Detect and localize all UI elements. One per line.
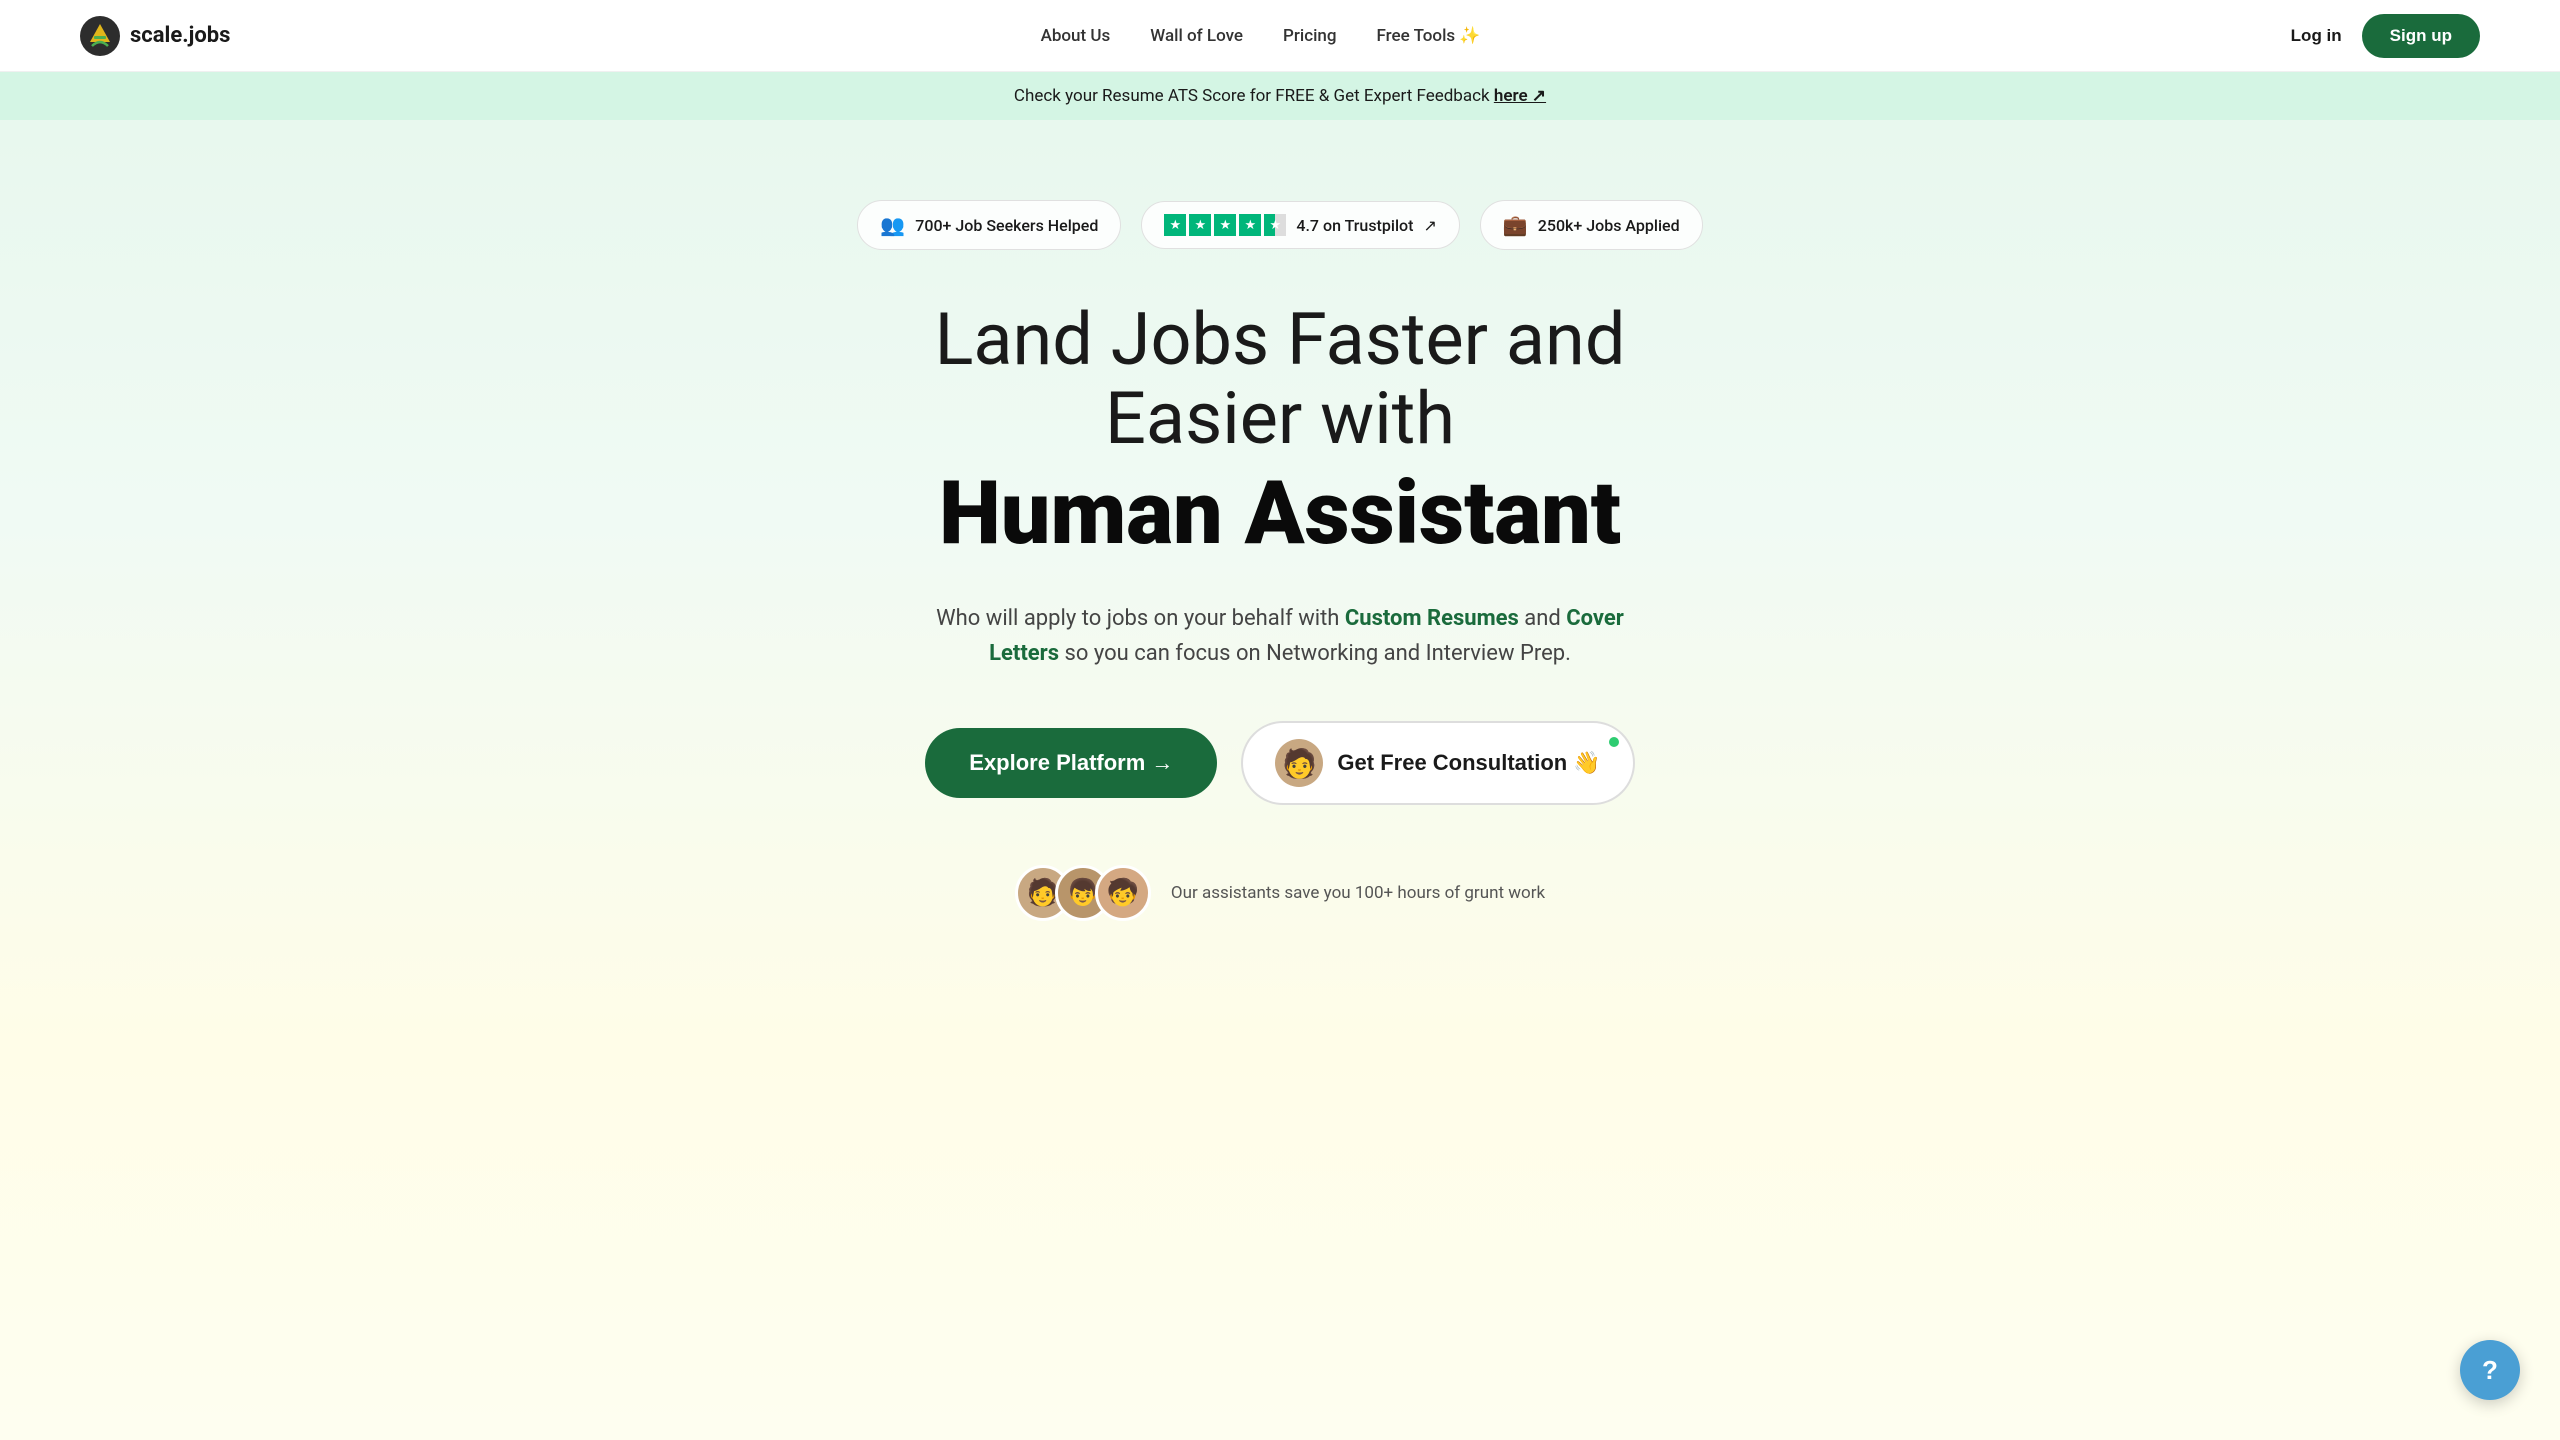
nav-auth: Log in Sign up	[2291, 14, 2480, 58]
jobs-applied-text: 250k+ Jobs Applied	[1538, 216, 1680, 235]
job-seekers-text: 700+ Job Seekers Helped	[915, 216, 1098, 235]
consultant-avatar: 🧑	[1275, 739, 1323, 787]
star-1: ★	[1164, 214, 1186, 236]
hero-subtitle: Who will apply to jobs on your behalf wi…	[930, 601, 1630, 671]
external-link-icon: ↗	[1423, 216, 1436, 235]
people-icon: 👥	[880, 213, 905, 237]
nav-links: About Us Wall of Love Pricing Free Tools…	[1041, 26, 1481, 46]
logo[interactable]: scale.jobs	[80, 16, 230, 56]
navbar: scale.jobs About Us Wall of Love Pricing…	[0, 0, 2560, 72]
hero-section: 👥 700+ Job Seekers Helped ★ ★ ★ ★ ★ 4.7 …	[0, 120, 2560, 1440]
announcement-banner: Check your Resume ATS Score for FREE & G…	[0, 72, 2560, 120]
logo-icon	[80, 16, 120, 56]
explore-platform-button[interactable]: Explore Platform →	[925, 728, 1217, 798]
login-button[interactable]: Log in	[2291, 26, 2342, 46]
banner-text: Check your Resume ATS Score for FREE & G…	[1014, 86, 1494, 106]
star-5: ★	[1264, 214, 1286, 236]
hero-title: Land Jobs Faster and Easier with Human A…	[830, 300, 1730, 601]
nav-about-us[interactable]: About Us	[1041, 26, 1111, 46]
hero-title-line1: Land Jobs Faster and Easier with	[830, 300, 1730, 458]
subtitle-middle: and	[1519, 606, 1566, 631]
subtitle-after: so you can focus on Networking and Inter…	[1059, 641, 1571, 666]
banner-link[interactable]: here ↗	[1494, 86, 1546, 106]
get-consultation-button[interactable]: 🧑 Get Free Consultation 👋	[1241, 721, 1634, 805]
briefcase-icon: 💼	[1503, 213, 1528, 237]
stat-trustpilot[interactable]: ★ ★ ★ ★ ★ 4.7 on Trustpilot ↗	[1141, 201, 1459, 249]
subtitle-before: Who will apply to jobs on your behalf wi…	[936, 606, 1345, 631]
trustpilot-rating: 4.7 on Trustpilot	[1296, 216, 1413, 235]
star-2: ★	[1189, 214, 1211, 236]
nav-free-tools[interactable]: Free Tools ✨	[1377, 26, 1481, 46]
consultation-label: Get Free Consultation 👋	[1337, 750, 1600, 776]
subtitle-custom-resumes: Custom Resumes	[1345, 606, 1519, 631]
assistant-avatar-3: 🧒	[1095, 865, 1151, 921]
signup-button[interactable]: Sign up	[2362, 14, 2480, 58]
star-3: ★	[1214, 214, 1236, 236]
help-button[interactable]: ?	[2460, 1340, 2520, 1400]
hero-title-line2: Human Assistant	[830, 468, 1730, 560]
online-indicator	[1607, 735, 1621, 749]
logo-text: scale.jobs	[130, 23, 230, 48]
assistants-row: 🧑 👦 🧒 Our assistants save you 100+ hours…	[1015, 865, 1545, 921]
assistants-text: Our assistants save you 100+ hours of gr…	[1171, 883, 1545, 903]
trustpilot-stars: ★ ★ ★ ★ ★	[1164, 214, 1286, 236]
stats-row: 👥 700+ Job Seekers Helped ★ ★ ★ ★ ★ 4.7 …	[857, 200, 1702, 250]
star-4: ★	[1239, 214, 1261, 236]
cta-row: Explore Platform → 🧑 Get Free Consultati…	[925, 721, 1634, 805]
nav-pricing[interactable]: Pricing	[1283, 26, 1337, 46]
stat-jobs-applied: 💼 250k+ Jobs Applied	[1480, 200, 1703, 250]
stat-job-seekers: 👥 700+ Job Seekers Helped	[857, 200, 1121, 250]
nav-wall-of-love[interactable]: Wall of Love	[1150, 26, 1243, 46]
